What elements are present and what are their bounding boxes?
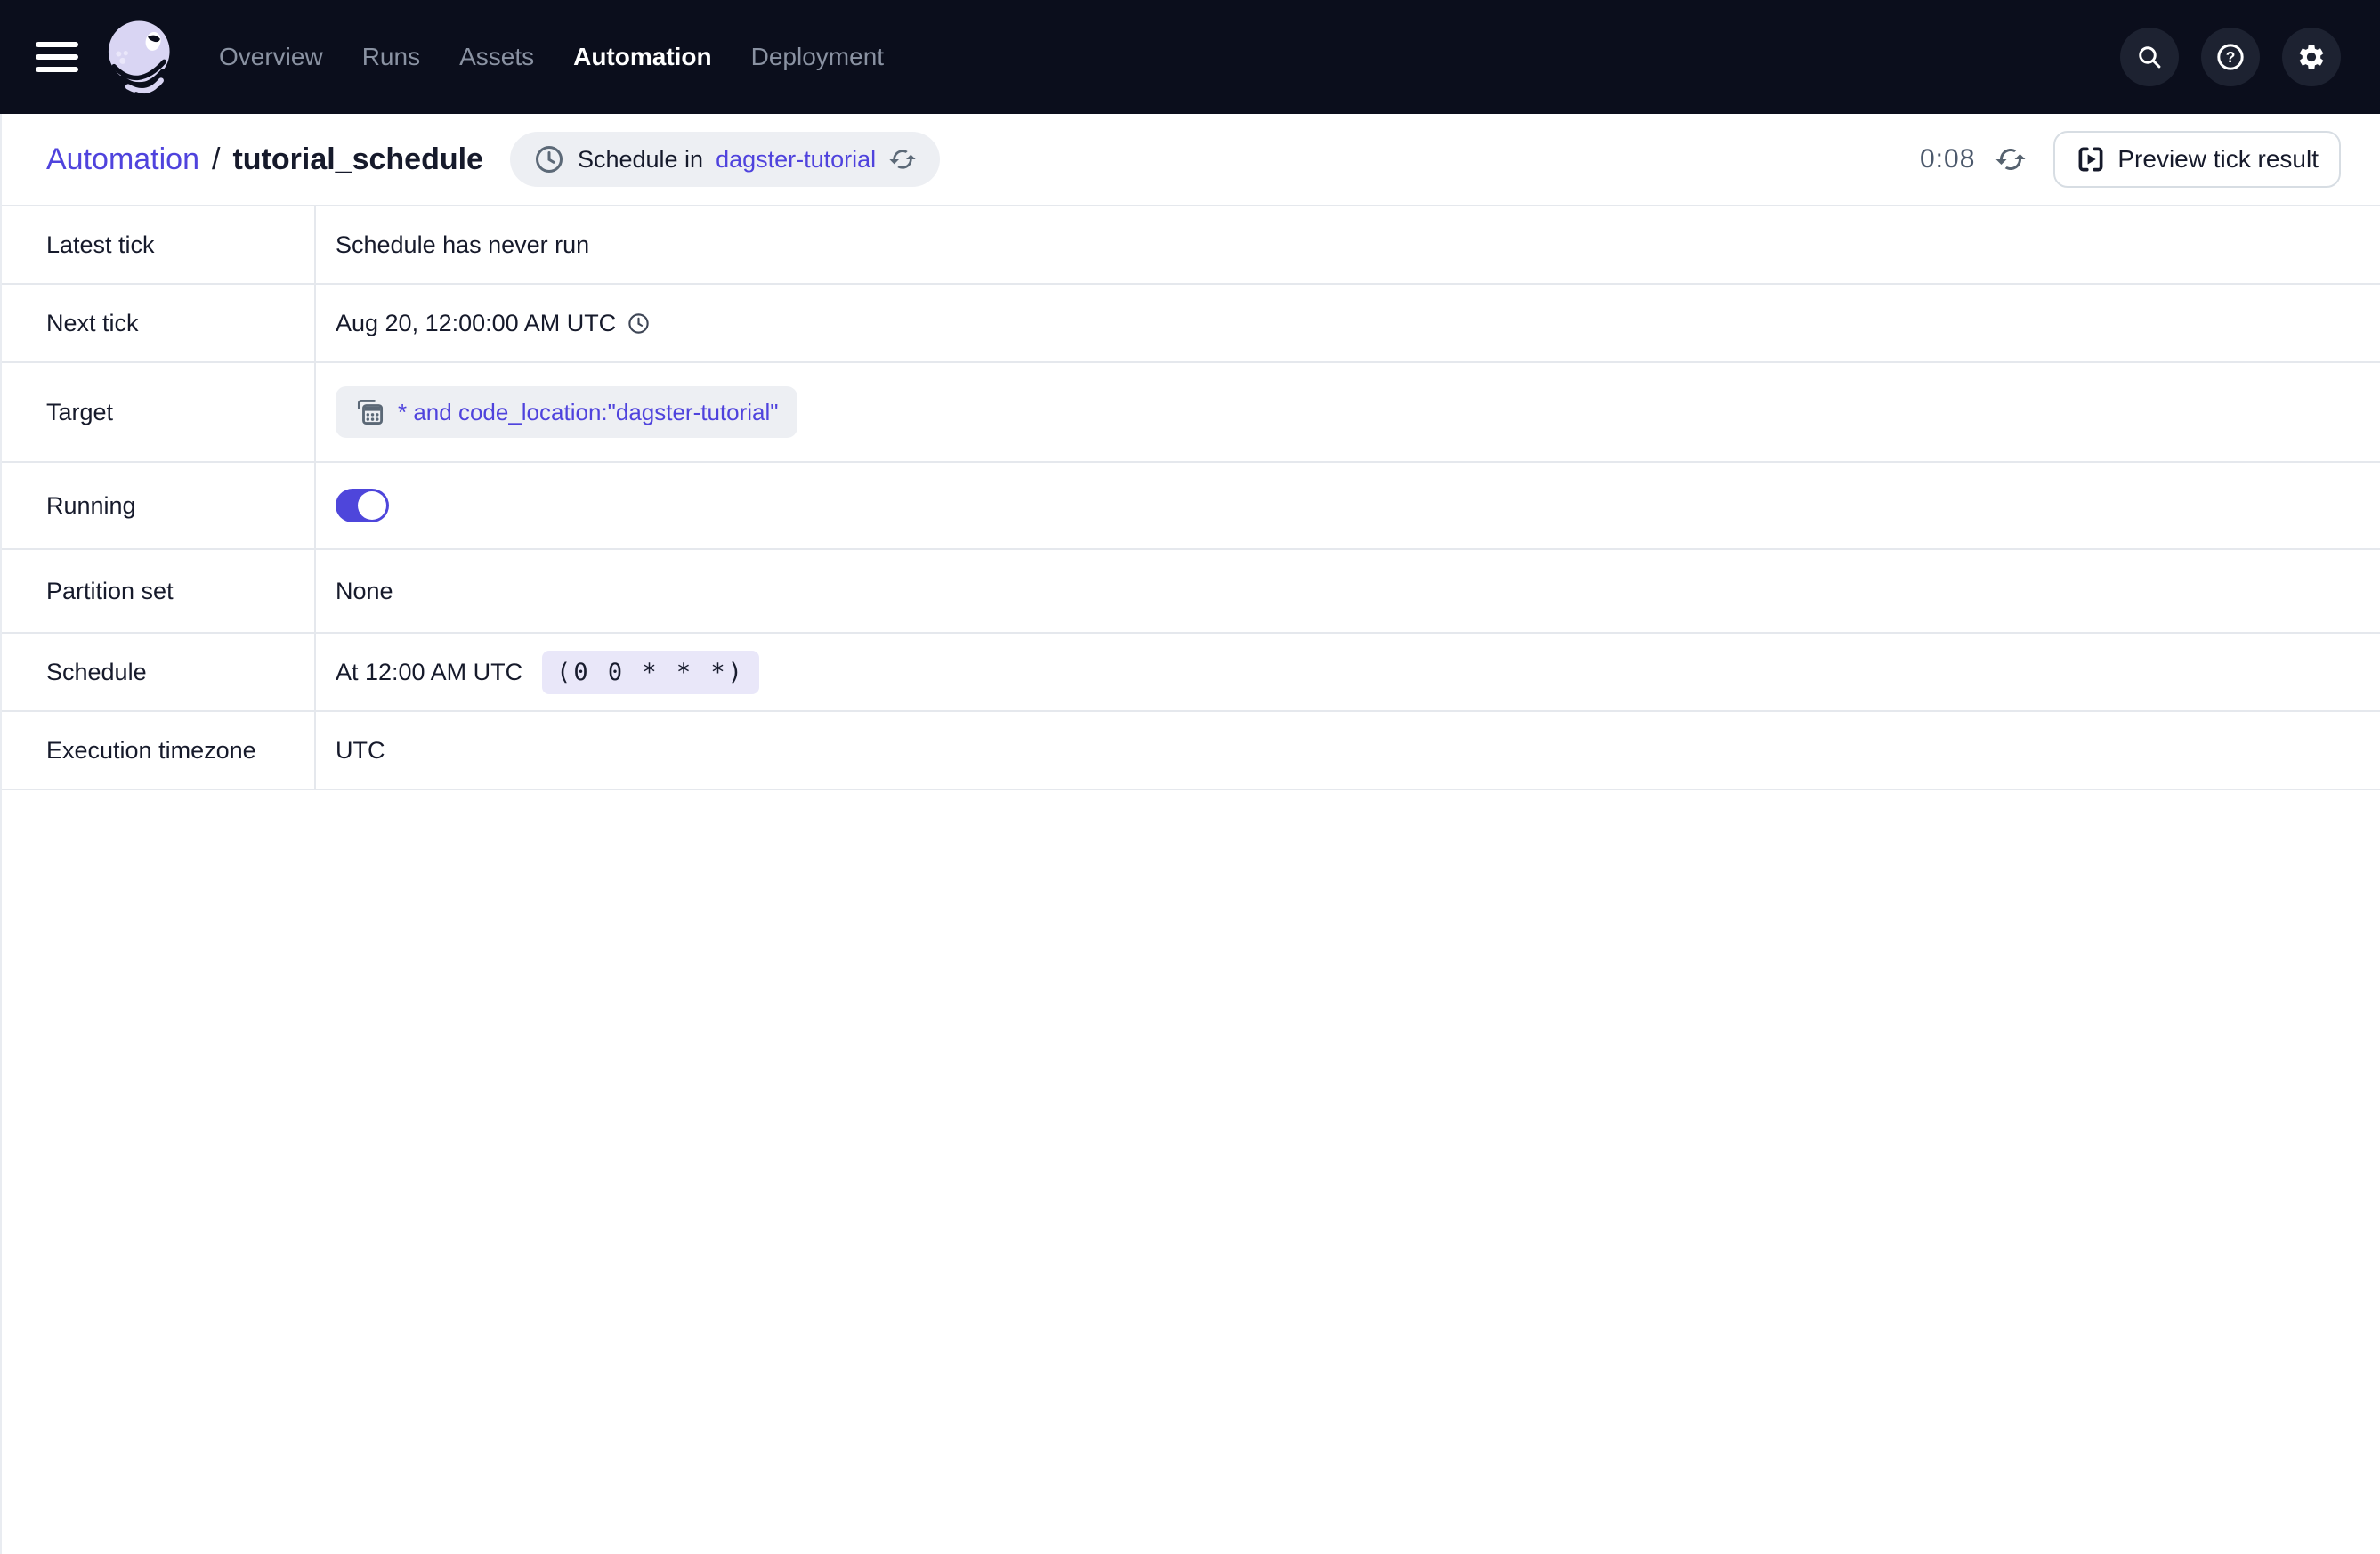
schedule-details-table: Latest tick Schedule has never run Next … [2,206,2380,790]
row-label: Execution timezone [2,712,316,789]
clock-icon [533,143,565,175]
nav-item-overview[interactable]: Overview [219,43,323,71]
refresh-icon [1995,143,2027,175]
dagster-logo[interactable] [101,16,180,98]
table-row-latest-tick: Latest tick Schedule has never run [2,206,2380,285]
running-toggle[interactable] [336,489,389,522]
partition-set-value: None [316,550,2380,632]
help-icon: ? [2215,42,2246,72]
hamburger-icon [36,42,78,47]
preview-tick-result-button[interactable]: Preview tick result [2053,131,2341,188]
breadcrumb-automation-link[interactable]: Automation [46,142,199,177]
asset-selection-badge[interactable]: * and code_location:"dagster-tutorial" [336,386,797,438]
clock-icon [627,312,651,336]
breadcrumb: Automation / tutorial_schedule Schedule … [46,132,940,187]
settings-button[interactable] [2282,28,2341,86]
schedule-context-badge: Schedule in dagster-tutorial [510,132,940,187]
table-row-target: Target * and code_location:"dagster [2,363,2380,463]
top-nav: Overview Runs Assets Automation Deployme… [0,0,2380,114]
menu-button[interactable] [36,42,78,72]
page-title: tutorial_schedule [232,142,483,177]
search-icon [2135,43,2164,71]
nav-icon-group: ? [2120,28,2341,86]
row-label: Partition set [2,550,316,632]
asset-selection-icon [354,396,386,428]
badge-text: Schedule in [578,146,703,174]
reload-icon[interactable] [888,145,917,174]
gear-icon [2296,42,2327,72]
preview-tick-result-label: Preview tick result [2117,145,2319,174]
row-label: Running [2,463,316,548]
preview-tick-icon [2076,144,2106,174]
page-header: Automation / tutorial_schedule Schedule … [2,114,2380,206]
execution-timezone-value: UTC [316,712,2380,789]
asset-selection-text: * and code_location:"dagster-tutorial" [398,399,779,426]
table-row-next-tick: Next tick Aug 20, 12:00:00 AM UTC [2,285,2380,363]
refresh-countdown: 0:08 [1920,144,1975,174]
row-label: Next tick [2,285,316,361]
refresh-button[interactable] [1995,143,2027,175]
header-actions: 0:08 Preview tick result [1920,131,2341,188]
next-tick-value: Aug 20, 12:00:00 AM UTC [316,285,2380,361]
primary-nav: Overview Runs Assets Automation Deployme… [219,43,884,71]
table-row-running: Running [2,463,2380,550]
row-label: Target [2,363,316,461]
toggle-knob [358,491,386,520]
page-content: Automation / tutorial_schedule Schedule … [0,114,2380,1554]
breadcrumb-separator: / [212,142,220,177]
search-button[interactable] [2120,28,2179,86]
code-location-link[interactable]: dagster-tutorial [716,146,876,174]
svg-text:?: ? [2226,48,2236,66]
latest-tick-value: Schedule has never run [316,206,2380,283]
nav-item-assets[interactable]: Assets [459,43,534,71]
cron-expression-badge: (0 0 * * *) [542,651,759,694]
row-label: Schedule [2,634,316,710]
nav-item-automation[interactable]: Automation [573,43,712,71]
table-row-partition-set: Partition set None [2,550,2380,634]
nav-item-deployment[interactable]: Deployment [751,43,884,71]
nav-item-runs[interactable]: Runs [362,43,420,71]
schedule-time-value: At 12:00 AM UTC [336,659,522,686]
table-row-execution-timezone: Execution timezone UTC [2,712,2380,790]
table-row-schedule: Schedule At 12:00 AM UTC (0 0 * * *) [2,634,2380,712]
help-button[interactable]: ? [2201,28,2260,86]
row-label: Latest tick [2,206,316,283]
